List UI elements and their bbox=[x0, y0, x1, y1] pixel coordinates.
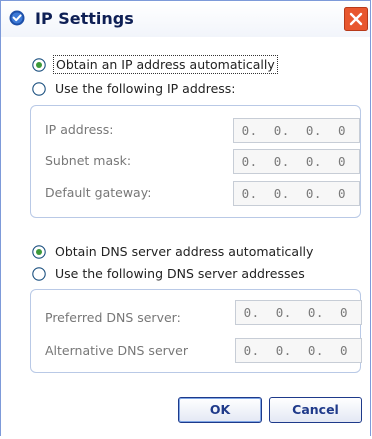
ip-auto-label[interactable]: Obtain an IP address automatically bbox=[53, 55, 278, 74]
default-gateway-label: Default gateway: bbox=[45, 185, 152, 200]
dns-auto-label[interactable]: Obtain DNS server address automatically bbox=[55, 244, 313, 259]
settings-icon bbox=[9, 10, 25, 26]
ip-address-label: IP address: bbox=[45, 122, 114, 137]
dialog-body: Obtain an IP address automatically Use t… bbox=[1, 37, 370, 437]
dialog-title: IP Settings bbox=[35, 9, 134, 28]
preferred-dns-label: Preferred DNS server: bbox=[45, 310, 181, 325]
close-icon[interactable] bbox=[344, 7, 368, 31]
alternative-dns-input[interactable]: 0. 0. 0. 0 bbox=[235, 338, 362, 363]
subnet-mask-label: Subnet mask: bbox=[45, 153, 132, 168]
ok-button[interactable]: OK bbox=[178, 397, 262, 423]
radio-unselected-icon[interactable] bbox=[32, 81, 46, 96]
ip-manual-label[interactable]: Use the following IP address: bbox=[55, 81, 236, 96]
alternative-dns-label: Alternative DNS server bbox=[45, 343, 189, 358]
cancel-button[interactable]: Cancel bbox=[269, 397, 362, 423]
dns-auto-option[interactable]: Obtain DNS server address automatically bbox=[32, 244, 313, 259]
dns-manual-label[interactable]: Use the following DNS server addresses bbox=[55, 266, 305, 281]
radio-selected-icon[interactable] bbox=[32, 57, 46, 72]
radio-selected-icon[interactable] bbox=[32, 244, 46, 259]
ip-manual-option[interactable]: Use the following IP address: bbox=[32, 81, 236, 96]
preferred-dns-input[interactable]: 0. 0. 0. 0 bbox=[235, 300, 362, 325]
ip-address-input[interactable]: 0. 0. 0. 0 bbox=[233, 118, 360, 143]
default-gateway-input[interactable]: 0. 0. 0. 0 bbox=[233, 181, 360, 206]
dns-manual-option[interactable]: Use the following DNS server addresses bbox=[32, 266, 305, 281]
ip-auto-option[interactable]: Obtain an IP address automatically bbox=[32, 55, 278, 74]
dns-server-group: Preferred DNS server: 0. 0. 0. 0 Alterna… bbox=[30, 289, 362, 373]
ip-address-group: IP address: 0. 0. 0. 0 Subnet mask: 0. 0… bbox=[30, 105, 361, 218]
radio-unselected-icon[interactable] bbox=[32, 266, 46, 281]
ip-settings-dialog: IP Settings Obtain an IP address automat… bbox=[0, 0, 371, 437]
subnet-mask-input[interactable]: 0. 0. 0. 0 bbox=[233, 149, 360, 174]
title-bar: IP Settings bbox=[1, 1, 370, 37]
